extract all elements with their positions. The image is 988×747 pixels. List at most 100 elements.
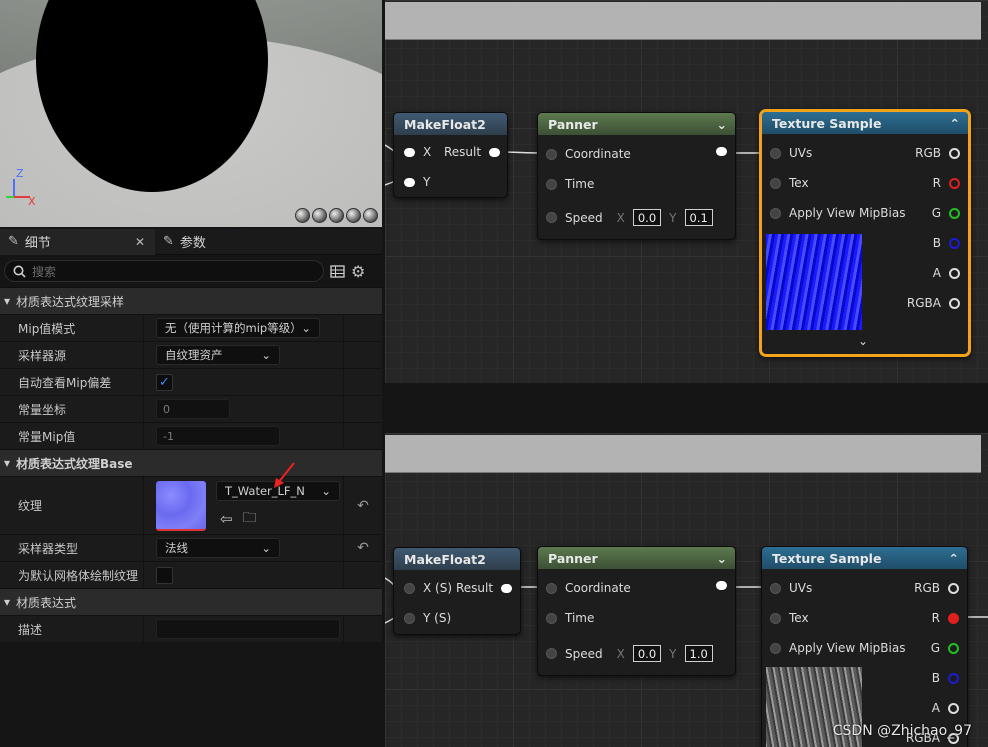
pin-coordinate[interactable]: Coordinate: [546, 147, 631, 161]
pin-label: Tex: [789, 611, 809, 625]
close-icon[interactable]: ✕: [135, 235, 145, 249]
pin-x[interactable]: X: [404, 145, 431, 159]
pin-label: A: [931, 701, 940, 715]
pin-label: Speed: [565, 210, 603, 225]
gear-icon[interactable]: ⚙: [351, 262, 365, 281]
pin-rgb[interactable]: RGB: [915, 146, 960, 160]
pin-mipbias[interactable]: Apply View MipBias: [770, 641, 905, 655]
pin-speed[interactable]: Speed X 0.0 Y 1.0: [546, 645, 713, 662]
section-texture-base[interactable]: ▾ 材质表达式纹理Base: [0, 449, 382, 476]
node-makefloat2[interactable]: MakeFloat2 X Y Result: [393, 112, 508, 198]
axis-gizmo-icon: Z X: [6, 167, 36, 208]
prop-row-const-mip: 常量Mip值 -1: [0, 422, 382, 449]
table-view-icon[interactable]: [330, 264, 345, 278]
section-texture-sample[interactable]: ▾ 材质表达式纹理采样: [0, 287, 382, 314]
node-makefloat2[interactable]: MakeFloat2 X (S) Y (S) Result: [393, 547, 521, 635]
pin-a[interactable]: A: [933, 266, 960, 280]
material-graph-bottom[interactable]: MakeFloat2 X (S) Y (S) Result Panner ⌄ Co…: [385, 433, 988, 747]
tab-details[interactable]: ✎ 细节 ✕: [0, 228, 155, 255]
pin-result[interactable]: Result: [456, 581, 513, 595]
pin-uvs[interactable]: UVs: [770, 146, 812, 160]
pin-tex[interactable]: Tex: [770, 611, 809, 625]
pin-label: Apply View MipBias: [789, 641, 906, 655]
pin-time[interactable]: Time: [546, 611, 594, 625]
pin-rgb[interactable]: RGB: [914, 581, 959, 595]
pin-rgba[interactable]: RGBA: [907, 296, 960, 310]
pin-label: Coordinate: [565, 147, 631, 161]
watermark: CSDN @Zhichao_97: [832, 723, 972, 739]
node-title: Panner: [548, 550, 598, 566]
description-field[interactable]: [156, 619, 340, 639]
speed-y-field[interactable]: 0.1: [684, 209, 713, 226]
use-selected-asset-icon[interactable]: ⇦: [220, 507, 233, 531]
pin-tex[interactable]: Tex: [770, 176, 809, 190]
pin-g[interactable]: G: [931, 641, 959, 655]
node-panner[interactable]: Panner ⌄ Coordinate Time Speed X 0.0 Y 0.1: [537, 112, 736, 240]
node-title: Texture Sample: [772, 550, 882, 566]
pin-label: UVs: [789, 581, 813, 595]
pin-speed[interactable]: Speed X 0.0 Y 0.1: [546, 209, 713, 226]
pin-label: Apply View MipBias: [789, 206, 906, 220]
pin-uvs[interactable]: UVs: [770, 581, 812, 595]
pin-time[interactable]: Time: [546, 177, 594, 191]
texture-thumbnail[interactable]: [156, 480, 206, 531]
reset-icon[interactable]: ↶: [344, 535, 382, 561]
prop-row-sampler-type: 采样器类型 法线 ⌄ ↶: [0, 534, 382, 561]
search-row: 搜索 ⚙: [0, 255, 382, 287]
const-coord-field[interactable]: 0: [156, 399, 230, 419]
speed-x-field[interactable]: 0.0: [632, 645, 662, 662]
material-preview-viewport[interactable]: Z X: [0, 0, 382, 227]
pin-label: Tex: [789, 176, 809, 190]
mesh-preview-icon[interactable]: [363, 208, 378, 223]
prop-label: 纹理: [0, 477, 144, 534]
speed-y-label: Y: [669, 646, 677, 661]
sphere-preview-icon[interactable]: [312, 208, 327, 223]
prop-label: Mip值模式: [0, 315, 144, 341]
plane-preview-icon[interactable]: [329, 208, 344, 223]
mip-mode-dropdown[interactable]: 无（使用计算的mip等级） ⌄: [156, 318, 320, 338]
pin-mipbias[interactable]: Apply View MipBias: [770, 206, 905, 220]
pin-output[interactable]: [716, 147, 727, 156]
pin-label: G: [931, 206, 941, 220]
pin-coordinate[interactable]: Coordinate: [546, 581, 631, 595]
pin-r[interactable]: R: [933, 176, 960, 190]
reset-icon[interactable]: ↶: [344, 477, 382, 534]
tab-parameters[interactable]: ✎ 参数: [155, 229, 214, 255]
pin-b[interactable]: B: [932, 671, 959, 685]
section-expression[interactable]: ▾ 材质表达式: [0, 588, 382, 615]
auto-mip-checkbox[interactable]: ✓: [156, 373, 173, 391]
pin-label: RGB: [915, 146, 941, 160]
search-icon: [13, 265, 26, 278]
pin-g[interactable]: G: [932, 206, 960, 220]
speed-y-field[interactable]: 1.0: [684, 645, 713, 662]
tab-details-label: 细节: [24, 236, 51, 251]
node-panner[interactable]: Panner ⌄ Coordinate Time Speed X 0.0 Y 1.0: [537, 546, 736, 676]
pin-y[interactable]: Y (S): [404, 611, 451, 625]
pin-result[interactable]: Result: [444, 145, 501, 159]
node-texture-sample[interactable]: Texture Sample ⌃ UVs Tex Apply View MipBi…: [761, 546, 968, 747]
pin-output[interactable]: [716, 581, 727, 590]
browse-asset-icon[interactable]: 🗀: [243, 507, 257, 531]
pin-label: UVs: [789, 146, 813, 160]
node-texture-sample[interactable]: Texture Sample ⌃ UVs Tex Apply View MipBi…: [759, 109, 971, 357]
prop-row-auto-mip: 自动查看Mip偏差 ✓: [0, 368, 382, 395]
cylinder-preview-icon[interactable]: [295, 208, 310, 223]
svg-text:Z: Z: [16, 167, 24, 180]
pin-x[interactable]: X (S): [404, 581, 452, 595]
sampler-source-dropdown[interactable]: 自纹理资产 ⌄: [156, 345, 280, 365]
pin-r[interactable]: R: [932, 611, 959, 625]
sampler-type-dropdown[interactable]: 法线 ⌄: [156, 538, 280, 558]
pin-label: R: [932, 176, 941, 190]
pin-y[interactable]: Y: [404, 175, 430, 189]
chevron-down-icon: ⌄: [716, 550, 727, 566]
node-title: Panner: [548, 116, 598, 132]
const-mip-field[interactable]: -1: [156, 426, 280, 446]
default-mesh-checkbox[interactable]: [156, 566, 173, 584]
speed-x-field[interactable]: 0.0: [632, 209, 662, 226]
search-input[interactable]: 搜索: [4, 260, 324, 282]
chevron-down-icon[interactable]: ⌄: [858, 334, 868, 348]
pin-a[interactable]: A: [932, 701, 959, 715]
pin-b[interactable]: B: [933, 236, 960, 250]
cube-preview-icon[interactable]: [346, 208, 361, 223]
material-graph-top[interactable]: MakeFloat2 X Y Result Panner ⌄ Coordinate…: [385, 0, 988, 383]
